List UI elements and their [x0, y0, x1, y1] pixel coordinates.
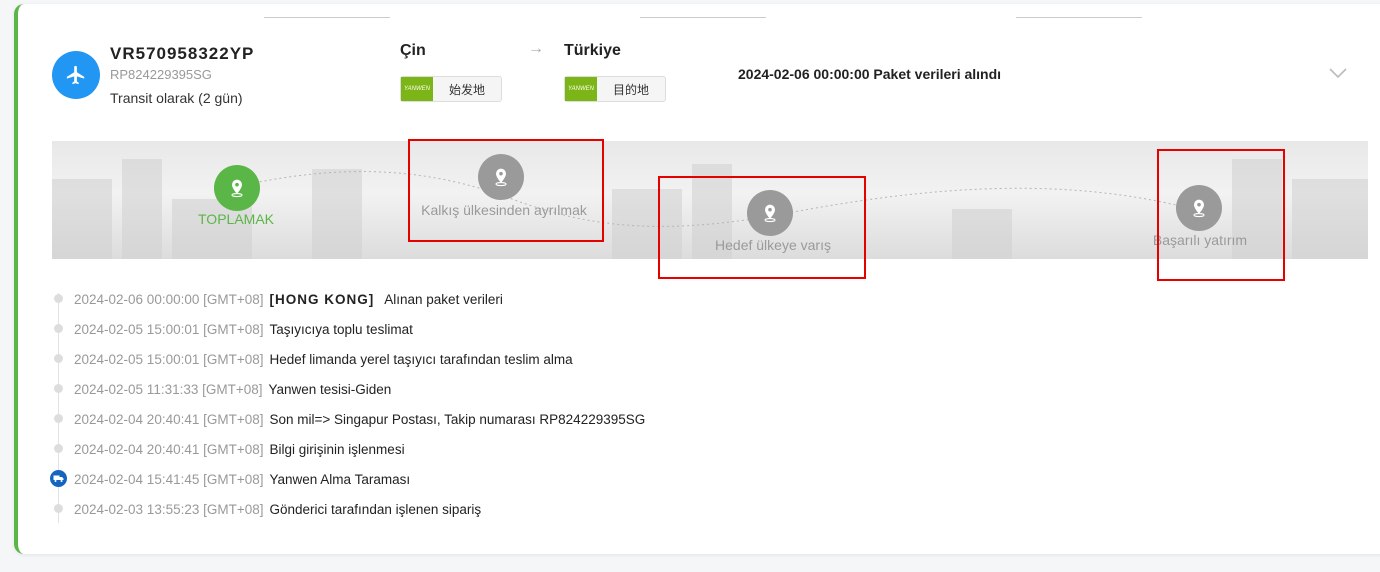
event-row: 2024-02-05 15:00:01 [GMT+08] Hedef liman… [74, 349, 573, 369]
event-row: 2024-02-05 11:31:33 [GMT+08] Yanwen tesi… [74, 379, 391, 399]
event-description: Son mil=> Singapur Postası, Takip numara… [269, 411, 646, 427]
event-description: Gönderici tarafından işlenen sipariş [269, 501, 482, 517]
stage-pin-icon [214, 165, 260, 211]
event-row: 2024-02-04 15:41:45 [GMT+08] Yanwen Alma… [74, 469, 410, 489]
transit-status: Transit olarak (2 gün) [110, 90, 243, 106]
event-description: Taşıyıcıya toplu teslimat [269, 321, 413, 337]
tab-divider [640, 17, 766, 18]
origin-carrier-badge: YANWEN 始发地 [400, 76, 502, 102]
arrow-right-icon: → [528, 40, 544, 57]
truck-icon [50, 470, 67, 487]
event-time: 2024-02-04 15:41:45 [GMT+08] [74, 471, 264, 487]
tab-divider [1016, 17, 1142, 18]
destination-tag: 目的地 [612, 82, 649, 97]
latest-event: 2024-02-06 00:00:00 Paket verileri alınd… [738, 66, 1002, 82]
shipment-card: VR570958322YP RP824229395SG Transit olar… [14, 4, 1380, 554]
timeline-dot [54, 294, 63, 303]
carrier-logo: YANWEN [401, 77, 433, 101]
highlight-box [658, 176, 866, 279]
origin-country: Çin [400, 42, 426, 59]
event-time: 2024-02-03 13:55:23 [GMT+08] [74, 501, 264, 517]
timeline-dot [54, 354, 63, 363]
timeline-dot [54, 414, 63, 423]
event-time: 2024-02-04 20:40:41 [GMT+08] [74, 411, 264, 427]
event-description: Hedef limanda yerel taşıyıcı tarafından … [269, 351, 573, 367]
event-time: 2024-02-05 11:31:33 [GMT+08] [74, 381, 263, 397]
secondary-tracking-number: RP824229395SG [110, 67, 212, 82]
destination-carrier-badge: YANWEN 目的地 [564, 76, 666, 102]
chevron-down-icon[interactable] [1328, 66, 1348, 85]
event-time: 2024-02-06 00:00:00 [GMT+08] [74, 291, 264, 307]
event-row: 2024-02-04 20:40:41 [GMT+08] Son mil=> S… [74, 409, 645, 429]
timeline-dot [54, 444, 63, 453]
highlight-box [408, 139, 604, 242]
origin-tag: 始发地 [448, 82, 485, 97]
event-row: 2024-02-03 13:55:23 [GMT+08] Gönderici t… [74, 499, 481, 519]
timeline-dot [54, 384, 63, 393]
event-time: 2024-02-04 20:40:41 [GMT+08] [74, 441, 264, 457]
plane-icon [52, 51, 100, 99]
carrier-logo: YANWEN [565, 77, 597, 101]
highlight-box [1157, 149, 1285, 281]
timeline-dot [54, 504, 63, 513]
event-description: Bilgi girişinin işlenmesi [269, 441, 405, 457]
event-description: Yanwen tesisi-Giden [268, 381, 392, 397]
event-time: 2024-02-05 15:00:01 [GMT+08] [74, 321, 264, 337]
event-location: [HONG KONG] [269, 291, 375, 307]
destination-country: Türkiye [564, 42, 621, 59]
event-row: 2024-02-05 15:00:01 [GMT+08] Taşıyıcıya … [74, 319, 413, 339]
event-time: 2024-02-05 15:00:01 [GMT+08] [74, 351, 264, 367]
tracking-number[interactable]: VR570958322YP [110, 44, 254, 64]
tab-divider [264, 17, 390, 18]
timeline-dot [54, 324, 63, 333]
event-row: 2024-02-04 20:40:41 [GMT+08] Bilgi giriş… [74, 439, 405, 459]
stage-label: TOPLAMAK [198, 211, 274, 227]
event-row: 2024-02-06 00:00:00 [GMT+08] [HONG KONG]… [74, 289, 503, 309]
event-description: Yanwen Alma Taraması [269, 471, 411, 487]
event-description: Alınan paket verileri [384, 291, 503, 307]
